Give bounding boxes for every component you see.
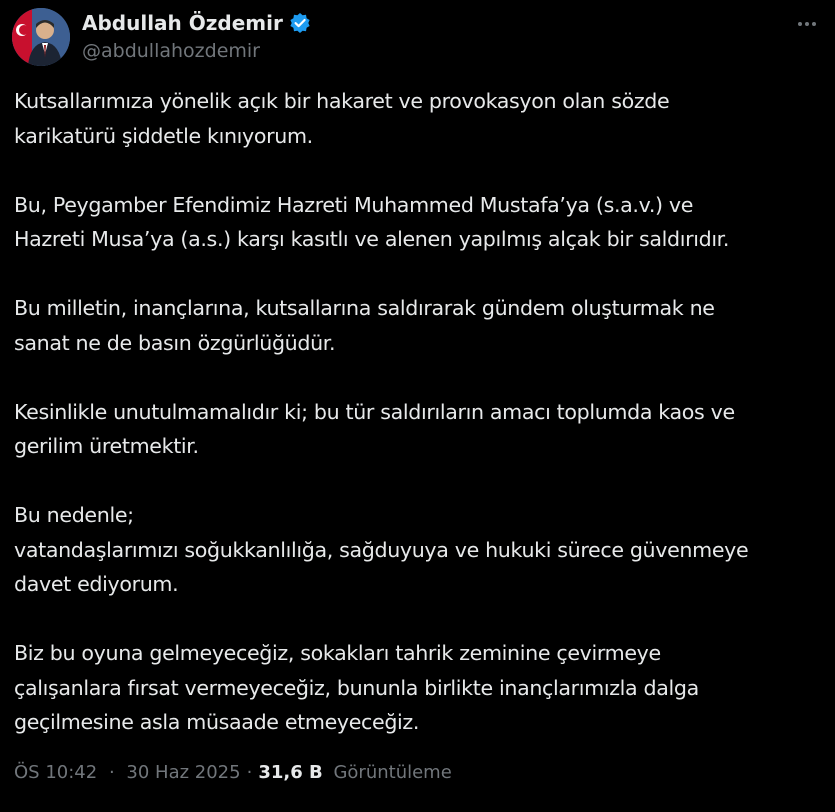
tweet: Abdullah Özdemir @abdullahozdemir Kutsal… bbox=[0, 0, 835, 812]
text-line: çalışanlara fırsat vermeyeceğiz, bununla… bbox=[14, 675, 699, 700]
more-options-icon[interactable] bbox=[793, 12, 821, 36]
text-line: gerilim üretmektir. bbox=[14, 434, 199, 458]
tweet-header: Abdullah Özdemir @abdullahozdemir bbox=[12, 8, 823, 68]
tweet-paragraph: Bu nedenle; vatandaşlarımızı soğukkanlıl… bbox=[14, 498, 824, 602]
text-line: Biz bu oyuna gelmeyeceğiz, sokakları tah… bbox=[14, 641, 661, 665]
dot bbox=[798, 22, 802, 26]
meta-separator: · bbox=[108, 762, 115, 783]
verified-badge-icon[interactable] bbox=[289, 12, 311, 34]
tweet-paragraph: Kutsallarımıza yönelik açık bir hakaret … bbox=[14, 84, 824, 153]
text-line: Bu, Peygamber Efendimiz Hazreti Muhammed… bbox=[14, 192, 694, 217]
text-line: karikatürü şiddetle kınıyorum. bbox=[14, 123, 313, 148]
display-name-row: Abdullah Özdemir bbox=[82, 10, 311, 36]
meta-separator: · bbox=[246, 762, 253, 783]
text-line: geçilmesine asla müsaade etmeyeceğiz. bbox=[14, 710, 420, 734]
views-count: 31,6 B bbox=[258, 762, 323, 783]
text-line: Bu nedenle; bbox=[14, 503, 134, 527]
tweet-paragraph: Biz bu oyuna gelmeyeceğiz, sokakları tah… bbox=[14, 636, 824, 740]
text-line: Kesinlikle unutulmamalıdır ki; bu tür sa… bbox=[14, 399, 735, 424]
text-line: Hazreti Musa’ya (a.s.) karşı kasıtlı ve … bbox=[14, 227, 730, 251]
tweet-paragraph: Bu, Peygamber Efendimiz Hazreti Muhammed… bbox=[14, 188, 824, 257]
tweet-paragraph: Bu milletin, inançlarına, kutsallarına s… bbox=[14, 291, 824, 360]
dot bbox=[805, 22, 809, 26]
text-line: vatandaşlarımızı soğukkanlılığa, sağduyu… bbox=[14, 537, 749, 562]
handle[interactable]: @abdullahozdemir bbox=[82, 40, 311, 62]
text-line: davet ediyorum. bbox=[14, 572, 179, 596]
display-name[interactable]: Abdullah Özdemir bbox=[82, 11, 283, 35]
tweet-meta: ÖS 10:42 · 30 Haz 2025 · 31,6 B Görüntül… bbox=[14, 762, 452, 783]
dot bbox=[812, 22, 816, 26]
tweet-date: 30 Haz 2025 bbox=[126, 762, 241, 783]
tweet-time: ÖS 10:42 bbox=[14, 762, 98, 783]
author-names: Abdullah Özdemir @abdullahozdemir bbox=[82, 10, 311, 62]
views-link[interactable]: 31,6 B Görüntüleme bbox=[258, 762, 451, 783]
views-label: Görüntüleme bbox=[333, 762, 452, 783]
tweet-timestamp-link[interactable]: ÖS 10:42 · 30 Haz 2025 bbox=[14, 762, 241, 783]
tweet-text: Kutsallarımıza yönelik açık bir hakaret … bbox=[14, 84, 824, 740]
tweet-paragraph: Kesinlikle unutulmamalıdır ki; bu tür sa… bbox=[14, 395, 824, 464]
text-line: sanat ne de basın özgürlüğüdür. bbox=[14, 330, 336, 355]
text-line: Kutsallarımıza yönelik açık bir hakaret … bbox=[14, 89, 670, 113]
avatar[interactable] bbox=[12, 8, 70, 66]
text-line: Bu milletin, inançlarına, kutsallarına s… bbox=[14, 296, 715, 320]
